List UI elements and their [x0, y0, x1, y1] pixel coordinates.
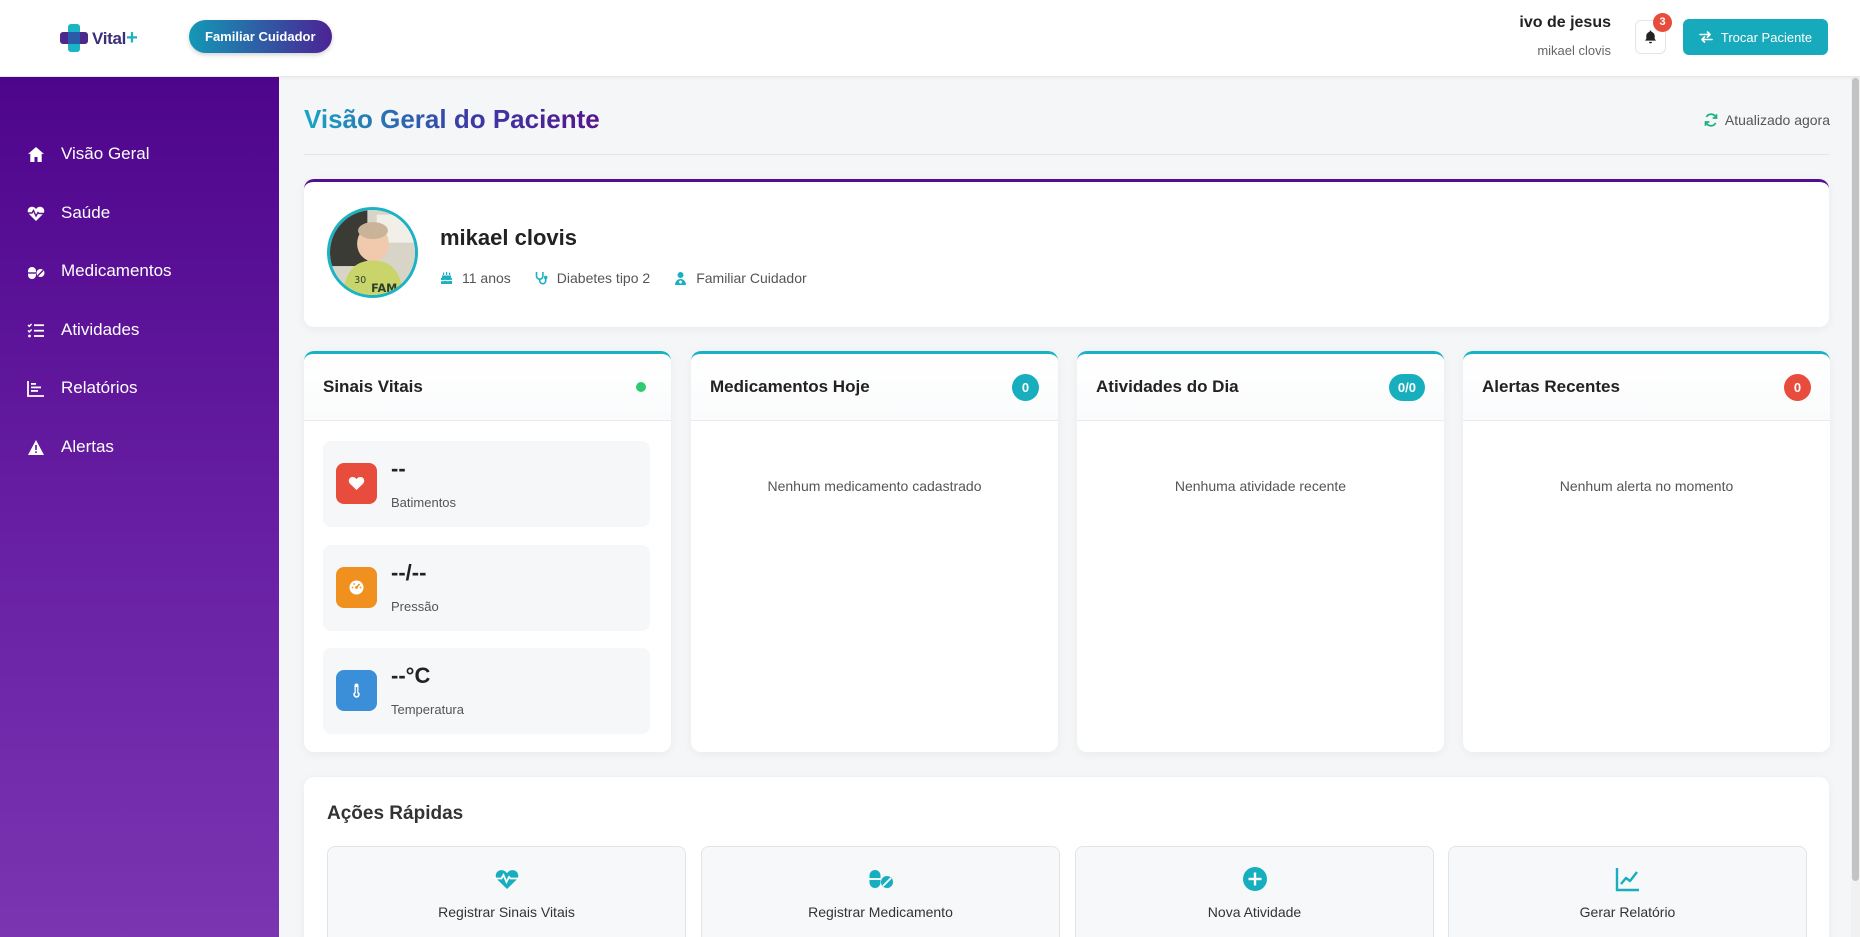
- vital-label: Batimentos: [391, 495, 457, 510]
- medications-today-card: Medicamentos Hoje 0 Nenhum medicamento c…: [691, 351, 1058, 752]
- medical-cross-logo-icon: [60, 24, 88, 52]
- user-nurse-icon: [675, 272, 687, 285]
- page-title: Visão Geral do Paciente: [304, 104, 600, 134]
- alerts-card-header: Alertas Recentes 0: [1463, 354, 1830, 421]
- vital-value: --°C: [391, 663, 431, 688]
- svg-text:FAM: FAM: [371, 282, 397, 295]
- quick-actions-card: Ações Rápidas Registrar Sinais Vitais Re…: [304, 777, 1829, 937]
- current-patient-name: mikael clovis: [1537, 43, 1611, 58]
- patient-relation: Familiar Cuidador: [674, 270, 807, 286]
- patient-photo: 30 FAM: [330, 210, 415, 295]
- activities-empty-message: Nenhuma atividade recente: [1174, 478, 1347, 494]
- heart-icon: [336, 463, 377, 504]
- heart-pulse-icon: [495, 870, 518, 889]
- alerts-count-badge: 0: [1784, 373, 1811, 401]
- app-logo[interactable]: Vital+: [58, 22, 138, 54]
- bell-icon: [1644, 30, 1657, 44]
- patient-profile-card: 30 FAM mikael clovis 11 anos Diabetes ti…: [304, 179, 1829, 327]
- top-header: Vital+ Familiar Cuidador ivo de jesus mi…: [0, 0, 1860, 77]
- patient-age: 11 anos: [440, 270, 511, 286]
- logo-text: Vital+: [92, 26, 138, 49]
- home-icon: [28, 146, 44, 162]
- sidebar: Visão Geral Saúde Medicamentos Atividade…: [0, 77, 279, 937]
- refresh-icon: [1704, 113, 1718, 127]
- exchange-icon: [1699, 31, 1713, 43]
- switch-patient-label: Trocar Paciente: [1720, 29, 1813, 45]
- gauge-icon: [336, 567, 377, 608]
- activities-card-title: Atividades do Dia: [1096, 377, 1239, 396]
- register-vitals-button[interactable]: Registrar Sinais Vitais: [327, 846, 686, 937]
- scrollbar-thumb[interactable]: [1852, 78, 1859, 881]
- svg-text:30: 30: [354, 275, 366, 286]
- sidebar-item-health[interactable]: Saúde: [0, 189, 279, 237]
- chart-bar-icon: [27, 380, 44, 397]
- vital-label: Temperatura: [391, 702, 464, 717]
- sidebar-item-alerts[interactable]: Alertas: [0, 423, 279, 471]
- thermometer-icon: [336, 670, 377, 711]
- quick-actions-title: Ações Rápidas: [327, 803, 464, 824]
- alerts-card-title: Alertas Recentes: [1482, 377, 1620, 396]
- vital-temperature[interactable]: --°C Temperatura: [323, 648, 650, 734]
- new-activity-button[interactable]: Nova Atividade: [1075, 846, 1434, 937]
- notification-count-badge: 3: [1653, 13, 1672, 32]
- vitals-card-header: Sinais Vitais: [304, 354, 671, 421]
- activities-count-badge: 0/0: [1388, 373, 1425, 401]
- online-status-dot: [636, 382, 646, 392]
- list-check-icon: [27, 322, 44, 337]
- patient-name: mikael clovis: [440, 225, 577, 250]
- sidebar-item-medications[interactable]: Medicamentos: [0, 247, 279, 295]
- patient-avatar[interactable]: 30 FAM: [327, 207, 418, 298]
- sidebar-item-label: Saúde: [61, 203, 111, 222]
- sidebar-item-label: Atividades: [61, 320, 140, 339]
- heart-pulse-icon: [27, 206, 45, 221]
- alerts-empty-message: Nenhum alerta no momento: [1559, 478, 1734, 494]
- sidebar-item-activities[interactable]: Atividades: [0, 306, 279, 354]
- vital-value: --/--: [391, 560, 427, 585]
- vitals-card-title: Sinais Vitais: [323, 377, 423, 396]
- sidebar-item-label: Medicamentos: [61, 261, 172, 280]
- vital-label: Pressão: [391, 599, 439, 614]
- medications-card-title: Medicamentos Hoje: [710, 377, 870, 396]
- generate-report-button[interactable]: Gerar Relatório: [1448, 846, 1807, 937]
- sidebar-item-label: Relatórios: [61, 378, 138, 397]
- birthday-cake-icon: [440, 272, 453, 284]
- sidebar-item-label: Alertas: [61, 437, 114, 456]
- title-divider: [304, 154, 1829, 155]
- switch-patient-button[interactable]: Trocar Paciente: [1683, 19, 1828, 55]
- activities-today-card: Atividades do Dia 0/0 Nenhuma atividade …: [1077, 351, 1444, 752]
- recent-alerts-card: Alertas Recentes 0 Nenhum alerta no mome…: [1463, 351, 1830, 752]
- medications-empty-message: Nenhum medicamento cadastrado: [767, 478, 982, 494]
- vital-blood-pressure[interactable]: --/-- Pressão: [323, 545, 650, 631]
- medications-card-header: Medicamentos Hoje 0: [691, 354, 1058, 421]
- plus-circle-icon: [1242, 867, 1267, 891]
- vital-value: --: [391, 456, 406, 481]
- vitals-card: Sinais Vitais -- Batimentos --/-- Pressã…: [304, 351, 671, 752]
- sidebar-item-reports[interactable]: Relatórios: [0, 364, 279, 412]
- pills-icon: [869, 870, 893, 888]
- patient-meta: 11 anos Diabetes tipo 2 Familiar Cuidado…: [440, 270, 807, 286]
- chart-line-icon: [1615, 868, 1639, 892]
- stethoscope-icon: [535, 272, 548, 285]
- patient-condition: Diabetes tipo 2: [535, 270, 650, 286]
- warning-icon: [28, 439, 44, 455]
- last-updated[interactable]: Atualizado agora: [1704, 112, 1830, 128]
- sidebar-item-overview[interactable]: Visão Geral: [0, 130, 279, 178]
- register-medication-button[interactable]: Registrar Medicamento: [701, 846, 1060, 937]
- user-name: ivo de jesus: [1519, 14, 1611, 31]
- role-badge: Familiar Cuidador: [189, 20, 332, 53]
- medications-count-badge: 0: [1012, 373, 1039, 401]
- pills-icon: [28, 266, 45, 279]
- vital-heart-rate[interactable]: -- Batimentos: [323, 441, 650, 527]
- sidebar-item-label: Visão Geral: [61, 144, 150, 163]
- activities-card-header: Atividades do Dia 0/0: [1077, 354, 1444, 421]
